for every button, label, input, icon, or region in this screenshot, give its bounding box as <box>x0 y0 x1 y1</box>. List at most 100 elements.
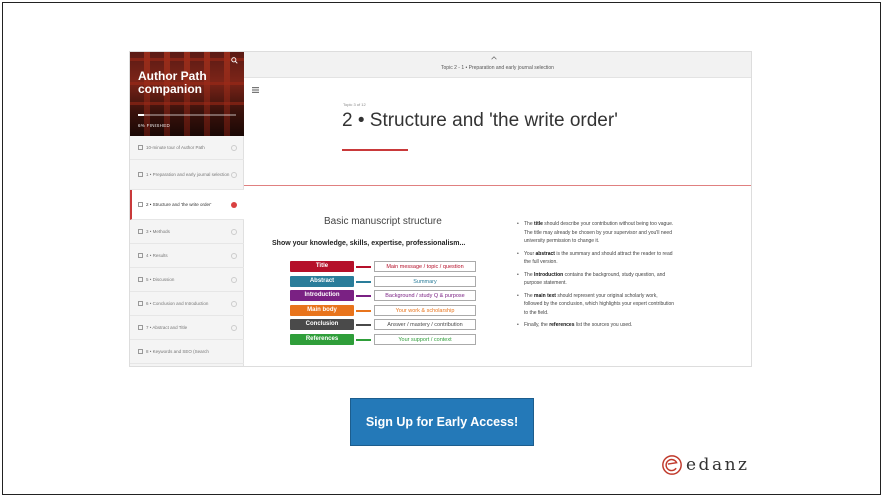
bullet-text: Your <box>524 250 536 257</box>
course-progress-status: 6% FINISHED <box>138 123 171 128</box>
nav-item-topic-7[interactable]: 7 • Abstract and Title <box>130 316 244 340</box>
diagram-subtitle: Show your knowledge, skills, expertise, … <box>272 240 466 247</box>
document-icon <box>138 229 143 234</box>
nav-item-label: 3 • Methods <box>146 228 170 234</box>
bullet-keyword: Introduction <box>534 271 564 278</box>
bullet-text: The <box>524 271 535 278</box>
bullet-item: • The title should describe your contribu… <box>516 220 676 246</box>
nav-item-topic-2[interactable]: 2 • Structure and 'the write order' <box>130 190 244 220</box>
bullet-text: list the sources you used. <box>574 322 633 328</box>
nav-item-label: 1 • Preparation and early journal select… <box>146 171 230 177</box>
section-description: Main message / topic / question <box>374 261 476 272</box>
topic-bar: Topic 2 - 1 • Preparation and early jour… <box>244 52 751 78</box>
nav-item-topic-3[interactable]: 3 • Methods <box>130 220 244 244</box>
hamburger-menu-icon[interactable] <box>252 87 259 93</box>
bullet-keyword: references <box>549 322 575 328</box>
course-sidebar: Author Path companion 6% FINISHED 10-min… <box>130 52 244 366</box>
bullet-item: • Finally, the references list the source… <box>516 321 676 330</box>
course-screenshot: Author Path companion 6% FINISHED 10-min… <box>130 52 751 366</box>
completion-circle-icon <box>231 228 237 235</box>
bullet-list: • The title should describe your contribu… <box>516 220 676 334</box>
bullet-item: • Your abstract is the summary and should… <box>516 250 676 267</box>
bullet-text: The <box>524 292 535 299</box>
section-description: Background / study Q & purpose <box>374 290 476 301</box>
lesson-count: Topic 3 of 12 <box>343 102 366 107</box>
section-label: Conclusion <box>290 319 354 330</box>
edanz-wordmark: edanz <box>686 455 750 475</box>
completion-circle-icon <box>231 252 237 259</box>
course-hero-image: Author Path companion 6% FINISHED <box>130 52 244 136</box>
section-description: Answer / mastery / contribution <box>374 319 476 330</box>
sign-up-button[interactable]: Sign Up for Early Access! <box>350 398 534 446</box>
document-icon <box>138 253 143 258</box>
lesson-nav: 10-minute tour of Author Path 1 • Prepar… <box>130 136 244 364</box>
section-divider <box>244 185 751 186</box>
completion-circle-icon <box>231 201 237 208</box>
section-description: Summary <box>374 275 476 287</box>
bullet-keyword: abstract <box>535 250 555 257</box>
document-icon <box>138 277 143 282</box>
completion-circle-icon <box>231 171 237 178</box>
completion-circle-icon <box>231 144 237 151</box>
nav-item-label: 7 • Abstract and Title <box>146 324 188 330</box>
bullet-keyword: title <box>534 221 543 227</box>
completion-circle-icon <box>231 324 237 331</box>
nav-item-label: 10-minute tour of Author Path <box>146 144 205 150</box>
document-icon <box>138 301 143 306</box>
document-icon <box>138 145 143 150</box>
nav-item-label: 8 • Keywords and SEO (Search <box>146 348 209 354</box>
document-icon <box>138 349 143 354</box>
course-title: Author Path companion <box>138 69 207 96</box>
edanz-logo[interactable]: edanz <box>661 454 749 476</box>
nav-item-label: 6 • Conclusion and Introduction <box>146 300 209 306</box>
section-label: Abstract <box>290 275 354 287</box>
chevron-up-icon[interactable] <box>491 56 497 60</box>
lesson-title: 2 • Structure and 'the write order' <box>342 110 618 131</box>
course-progress-bar <box>138 114 236 116</box>
section-label: Main body <box>290 304 354 316</box>
section-label: References <box>290 333 354 345</box>
bullet-item: • The main text should represent your ori… <box>516 292 676 318</box>
nav-item-topic-6[interactable]: 6 • Conclusion and Introduction <box>130 292 244 316</box>
connector-line <box>356 295 371 297</box>
section-description: Your support / context <box>374 333 476 345</box>
connector-line <box>356 266 371 268</box>
section-label: Introduction <box>290 290 354 301</box>
connector-line <box>356 280 371 283</box>
bullet-text: should describe your contribution withou… <box>524 221 674 244</box>
nav-item-topic-1[interactable]: 1 • Preparation and early journal select… <box>130 160 244 190</box>
nav-item-topic-8[interactable]: 8 • Keywords and SEO (Search <box>130 340 244 364</box>
topic-breadcrumb[interactable]: Topic 2 - 1 • Preparation and early jour… <box>244 65 751 71</box>
edanz-logo-icon <box>662 455 682 475</box>
bullet-text: Finally, the <box>524 322 550 328</box>
bullet-dot: • <box>517 292 519 299</box>
completion-circle-icon <box>231 300 237 307</box>
title-underline <box>342 149 408 151</box>
nav-item-topic-4[interactable]: 4 • Results <box>130 244 244 268</box>
lesson-pane: Topic 2 - 1 • Preparation and early jour… <box>244 52 751 366</box>
bullet-keyword: main text <box>534 292 556 299</box>
diagram-title: Basic manuscript structure <box>324 216 442 227</box>
section-description: Your work & scholarship <box>374 304 476 316</box>
course-progress-fill <box>138 114 144 116</box>
connector-line <box>356 338 371 341</box>
nav-item-tour[interactable]: 10-minute tour of Author Path <box>130 136 244 160</box>
nav-item-label: 4 • Results <box>146 252 168 258</box>
completion-circle-icon <box>231 276 237 283</box>
connector-line <box>356 309 371 312</box>
document-icon <box>138 172 143 177</box>
bullet-dot: • <box>517 271 519 278</box>
connector-line <box>356 324 371 326</box>
bullet-dot: • <box>517 221 519 227</box>
bullet-dot: • <box>517 250 519 257</box>
nav-item-label: 5 • Discussion <box>146 276 175 282</box>
search-icon[interactable] <box>231 57 238 64</box>
section-label: Title <box>290 261 354 272</box>
bullet-text: The <box>524 221 535 227</box>
bullet-dot: • <box>517 322 519 328</box>
nav-item-topic-5[interactable]: 5 • Discussion <box>130 268 244 292</box>
nav-item-label: 2 • Structure and 'the write order' <box>146 201 212 207</box>
bullet-item: • The Introduction contains the backgroun… <box>516 271 676 288</box>
document-icon <box>138 325 143 330</box>
document-icon <box>138 202 143 207</box>
